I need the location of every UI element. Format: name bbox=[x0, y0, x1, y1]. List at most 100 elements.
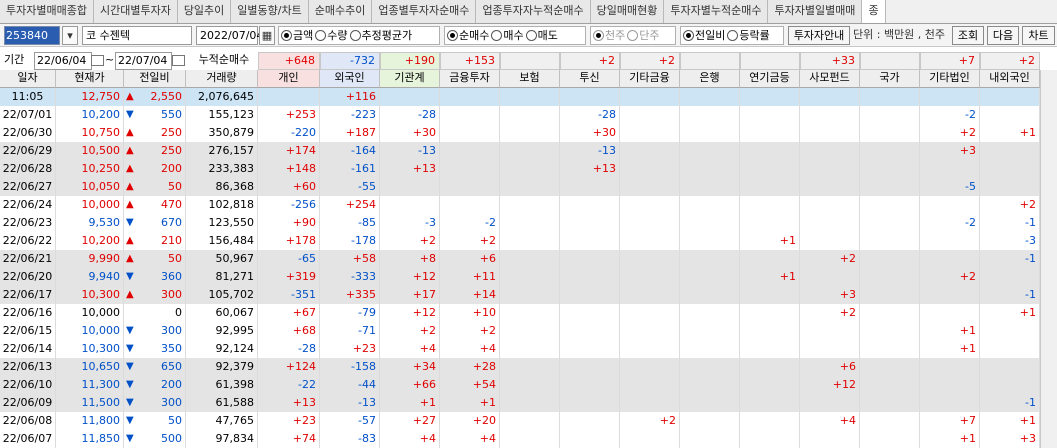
column-header-0[interactable]: 일자 bbox=[0, 70, 56, 88]
table-row[interactable]: 22/06/29 10,500 ▲ 250 276,157 +174 -164 -13 -13 +… bbox=[0, 142, 1057, 160]
tab-4[interactable]: 순매수추이 bbox=[308, 0, 373, 23]
cell-기타금융 bbox=[620, 124, 680, 142]
cell-일자: 22/06/13 bbox=[0, 358, 56, 376]
tab-5[interactable]: 업종별투자자순매수 bbox=[372, 0, 477, 23]
column-header-14[interactable]: 국가 bbox=[860, 70, 920, 88]
table-row[interactable]: 22/06/16 10,000 0 60,067 +67 -79 +12 +10 +2 +1 bbox=[0, 304, 1057, 322]
chart-button[interactable]: 차트 bbox=[1022, 26, 1055, 45]
cell-현재가: 10,300 bbox=[56, 286, 124, 304]
calendar-icon[interactable]: ▦ bbox=[259, 26, 275, 45]
cumulative-sum-0: +648 bbox=[258, 52, 320, 70]
column-header-7[interactable]: 금융투자 bbox=[440, 70, 500, 88]
cell-연기금등 bbox=[740, 178, 800, 196]
cell-외국인: +23 bbox=[320, 340, 380, 358]
radio-radio_group1-2[interactable]: 추정평균가 bbox=[349, 27, 412, 44]
radio-radio_group1-1[interactable]: 수량 bbox=[315, 27, 348, 44]
to-date-input[interactable]: 22/07/04 bbox=[115, 52, 172, 70]
tab-8[interactable]: 투자자별누적순매수 bbox=[664, 0, 769, 23]
radio-radio_group3-1[interactable]: 단주 bbox=[627, 27, 660, 44]
column-header-6[interactable]: 기관계 bbox=[380, 70, 440, 88]
from-calendar-icon[interactable] bbox=[91, 55, 104, 66]
cell-사모펀드 bbox=[800, 322, 860, 340]
code-dropdown-icon[interactable]: ▾ bbox=[62, 26, 78, 45]
table-row[interactable]: 22/06/15 10,000 ▼ 300 92,995 +68 -71 +2 +2 +1 bbox=[0, 322, 1057, 340]
cell-일자: 22/06/20 bbox=[0, 268, 56, 286]
cumulative-sum-1: -732 bbox=[320, 52, 380, 70]
cell-현재가: 9,990 bbox=[56, 250, 124, 268]
table-row[interactable]: 22/06/24 10,000 ▲ 470 102,818 -256 +254 +2 bbox=[0, 196, 1057, 214]
column-header-5[interactable]: 외국인 bbox=[320, 70, 380, 88]
cell-은행 bbox=[680, 160, 740, 178]
table-row[interactable]: 22/06/28 10,250 ▲ 200 233,383 +148 -161 +13 +13 bbox=[0, 160, 1057, 178]
radio-radio_group2-2[interactable]: 매도 bbox=[525, 27, 558, 44]
column-header-1[interactable]: 현재가 bbox=[56, 70, 124, 88]
stock-code-input[interactable]: 253840 bbox=[4, 26, 60, 45]
column-header-16[interactable]: 내외국인 bbox=[980, 70, 1040, 88]
table-row[interactable]: 22/06/13 10,650 ▼ 650 92,379 +124 -158 +34 +28 +6 bbox=[0, 358, 1057, 376]
column-header-9[interactable]: 투신 bbox=[560, 70, 620, 88]
cell-사모펀드 bbox=[800, 178, 860, 196]
radio-radio_group2-0[interactable]: 순매수 bbox=[447, 27, 489, 44]
cell-보험 bbox=[500, 178, 560, 196]
column-header-8[interactable]: 보험 bbox=[500, 70, 560, 88]
table-row[interactable]: 22/06/27 10,050 ▲ 50 86,368 +60 -55 -5 bbox=[0, 178, 1057, 196]
tab-10[interactable]: 종 bbox=[862, 0, 886, 23]
radio-radio_group4-1[interactable]: 등락률 bbox=[727, 27, 770, 44]
radio-radio_group1-0[interactable]: 금액 bbox=[281, 27, 313, 44]
table-row[interactable]: 22/06/20 9,940 ▼ 360 81,271 +319 -333 +12 +11 +1 +… bbox=[0, 268, 1057, 286]
change-type-radio-group: 전일비 등락률 bbox=[680, 26, 784, 45]
up-triangle-icon: ▲ bbox=[126, 91, 134, 102]
tab-7[interactable]: 당일매매현황 bbox=[590, 0, 665, 23]
tab-2[interactable]: 당일추이 bbox=[177, 0, 232, 23]
search-button[interactable]: 조회 bbox=[952, 26, 984, 45]
next-button[interactable]: 다음 bbox=[987, 26, 1019, 45]
column-header-4[interactable]: 개인 bbox=[258, 70, 320, 88]
column-header-13[interactable]: 사모펀드 bbox=[800, 70, 860, 88]
column-header-3[interactable]: 거래량 bbox=[186, 70, 258, 88]
table-row[interactable]: 11:05 12,750 ▲ 2,550 2,076,645 +116 bbox=[0, 88, 1057, 106]
table-row[interactable]: 22/06/21 9,990 ▲ 50 50,967 -65 +58 +8 +6 +2 -1 bbox=[0, 250, 1057, 268]
table-row[interactable]: 22/06/09 11,500 ▼ 300 61,588 +13 -13 +1 +1 -1 bbox=[0, 394, 1057, 412]
radio-radio_group4-0[interactable]: 전일비 bbox=[683, 27, 725, 44]
radio-radio_group3-0[interactable]: 천주 bbox=[593, 27, 625, 44]
radio-radio_group2-1[interactable]: 매수 bbox=[491, 27, 524, 44]
table-row[interactable]: 22/06/07 11,850 ▼ 500 97,834 +74 -83 +4 +4 +1 +3 bbox=[0, 430, 1057, 448]
cell-전일비: ▲ 300 bbox=[124, 286, 186, 304]
table-row[interactable]: 22/06/10 11,300 ▼ 200 61,398 -22 -44 +66 +54 +12 bbox=[0, 376, 1057, 394]
cell-내외국인: +1 bbox=[980, 124, 1040, 142]
tab-0[interactable]: 투자자별매매종합 bbox=[0, 0, 94, 23]
column-header-11[interactable]: 은행 bbox=[680, 70, 740, 88]
table-row[interactable]: 22/06/22 10,200 ▲ 210 156,484 +178 -178 +2 +2 +1-… bbox=[0, 232, 1057, 250]
column-header-12[interactable]: 연기금등 bbox=[740, 70, 800, 88]
table-row[interactable]: 22/06/30 10,750 ▲ 250 350,879 -220 +187 +30 +30 +… bbox=[0, 124, 1057, 142]
from-date-input[interactable]: 22/06/04 bbox=[34, 52, 92, 70]
cell-개인: +253 bbox=[258, 106, 320, 124]
tab-1[interactable]: 시간대별투자자 bbox=[93, 0, 178, 23]
table-row[interactable]: 22/06/08 11,800 ▼ 50 47,765 +23 -57 +27 +20 +2 +4 +… bbox=[0, 412, 1057, 430]
cell-기타법인 bbox=[920, 286, 980, 304]
cell-현재가: 9,940 bbox=[56, 268, 124, 286]
table-row[interactable]: 22/06/23 9,530 ▼ 670 123,550 +90 -85 -3 -2 -2 -1 bbox=[0, 214, 1057, 232]
cell-기타금융 bbox=[620, 214, 680, 232]
to-calendar-icon[interactable] bbox=[172, 55, 185, 66]
column-header-2[interactable]: 전일비 bbox=[124, 70, 186, 88]
vertical-scrollbar[interactable] bbox=[1040, 70, 1057, 448]
query-date-input[interactable]: 2022/07/04 bbox=[196, 26, 263, 45]
tab-3[interactable]: 일별동향/차트 bbox=[231, 0, 309, 23]
cumulative-sum-11: +7 bbox=[920, 52, 980, 70]
cell-개인: -220 bbox=[258, 124, 320, 142]
tab-6[interactable]: 업종투자자누적순매수 bbox=[476, 0, 591, 23]
cell-내외국인 bbox=[980, 88, 1040, 106]
column-header-10[interactable]: 기타금융 bbox=[620, 70, 680, 88]
cell-일자: 22/06/22 bbox=[0, 232, 56, 250]
cell-개인: +90 bbox=[258, 214, 320, 232]
table-row[interactable]: 22/06/14 10,300 ▼ 350 92,124 -28 +23 +4 +4 +1 bbox=[0, 340, 1057, 358]
column-header-15[interactable]: 기타법인 bbox=[920, 70, 980, 88]
table-row[interactable]: 22/07/01 10,200 ▼ 550 155,123 +253 -223 -28 -28-… bbox=[0, 106, 1057, 124]
table-row[interactable]: 22/06/17 10,300 ▲ 300 105,702 -351 +335 +17 +14 +… bbox=[0, 286, 1057, 304]
investor-guide-button[interactable]: 투자자안내 bbox=[788, 26, 850, 45]
cell-보험 bbox=[500, 250, 560, 268]
cell-외국인: -13 bbox=[320, 394, 380, 412]
stock-name-field[interactable]: 코 수젠텍 bbox=[82, 26, 192, 45]
tab-9[interactable]: 투자자별일별매매 bbox=[768, 0, 863, 23]
